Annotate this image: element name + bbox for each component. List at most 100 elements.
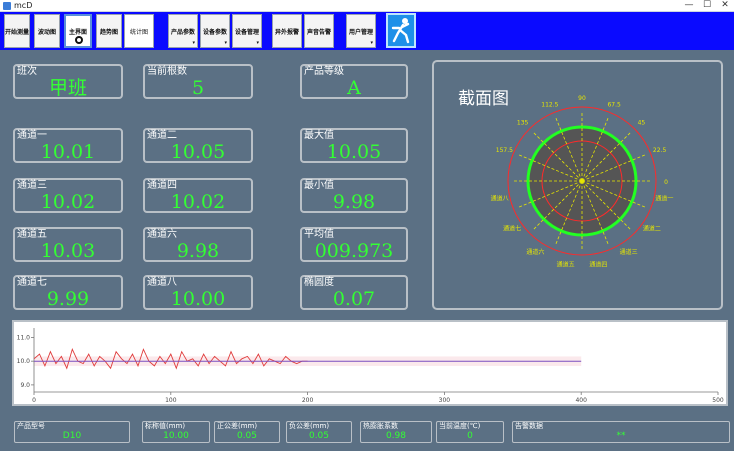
start-measure-button[interactable]: 开始测量 — [4, 14, 30, 48]
wave-chart-button[interactable]: 波动图 — [34, 14, 60, 48]
average-box: 平均值 009.973 — [300, 227, 408, 262]
current-count-value: 5 — [191, 77, 205, 99]
angle-label: 135 — [517, 120, 529, 127]
channel-label: 通道七 — [503, 225, 521, 233]
statistics-chart-button[interactable]: 统计图 — [124, 14, 154, 48]
window-title: mcD — [14, 1, 33, 10]
maximize-button[interactable]: ☐ — [698, 0, 716, 12]
cross-section-diagram: 90 112.5 135 157.5 67.5 45 22.5 0 通道一通道二通道三通道四 通道… — [491, 95, 674, 268]
current-temperature-value: 0 — [467, 431, 473, 441]
channel-2-value: 10.05 — [170, 141, 226, 163]
nominal-value: 10.00 — [163, 431, 189, 441]
positive-tolerance-box: 正公差(mm) 0.05 — [214, 421, 280, 443]
grade-box: 产品等级 A — [300, 64, 408, 99]
min-value: 9.98 — [332, 191, 376, 213]
y-tick-label: 10.0 — [17, 358, 31, 365]
thermal-expansion-value: 0.98 — [385, 431, 407, 441]
close-button[interactable]: ✕ — [716, 0, 734, 12]
channel-1-value: 10.01 — [40, 141, 96, 163]
shift-value: 甲班 — [48, 77, 87, 99]
channel-label: 通道一 — [655, 194, 673, 202]
current-temperature-box: 当前温度(℃) 0 — [436, 421, 504, 443]
channel-8-value: 10.00 — [170, 288, 226, 310]
alarm-data-label: 告警数据 — [515, 422, 543, 430]
y-tick-label: 11.0 — [17, 334, 31, 341]
abnormal-alarm-button[interactable]: 异外报警 — [272, 14, 302, 48]
angle-label: 67.5 — [607, 101, 621, 108]
sound-alarm-button[interactable]: 声音告警 — [304, 14, 334, 48]
x-tick-label: 100 — [165, 397, 177, 404]
channel-3-box: 通道三 10.02 — [13, 178, 123, 213]
channel-4-box: 通道四 10.02 — [143, 178, 253, 213]
channel-5-box: 通道五 10.03 — [13, 227, 123, 262]
channel-2-box: 通道二 10.05 — [143, 128, 253, 163]
angle-label: 22.5 — [653, 147, 667, 154]
x-tick-label: 300 — [439, 397, 451, 404]
average-value: 009.973 — [314, 240, 394, 262]
channel-label: 通道八 — [491, 194, 509, 202]
max-box: 最大值 10.05 — [300, 128, 408, 163]
x-tick-label: 400 — [575, 397, 587, 404]
nominal-box: 标称值(mm) 10.00 — [142, 421, 210, 443]
y-tick-label: 9.0 — [20, 382, 30, 389]
dropdown-arrow-icon: ▾ — [192, 40, 195, 46]
current-temperature-label: 当前温度(℃) — [439, 422, 481, 430]
thermal-expansion-label: 热膨胀系数 — [363, 422, 398, 430]
trend-chart-svg: 0 100 200 300 400 500 11.0 10.0 9.0 — [17, 328, 724, 404]
main-screen-icon — [75, 36, 83, 44]
channel-label: 通道二 — [643, 225, 661, 233]
alarm-data-value: ** — [616, 431, 626, 441]
negative-tolerance-label: 负公差(mm) — [289, 422, 330, 430]
trend-chart: 0 100 200 300 400 500 11.0 10.0 9.0 — [12, 320, 728, 406]
negative-tolerance-value: 0.05 — [308, 431, 330, 441]
channel-label: 通道五 — [557, 260, 575, 268]
center-point — [580, 179, 584, 183]
minimize-button[interactable]: — — [680, 0, 698, 12]
running-person-icon — [391, 18, 410, 44]
dropdown-arrow-icon: ▾ — [256, 40, 259, 46]
user-management-menu[interactable]: 用户管理 ▾ — [346, 14, 376, 48]
max-value: 10.05 — [326, 141, 382, 163]
product-model-box: 产品型号 D10 — [14, 421, 130, 443]
ovality-box: 椭圆度 0.07 — [300, 275, 408, 310]
min-box: 最小值 9.98 — [300, 178, 408, 213]
trend-chart-button[interactable]: 趋势图 — [96, 14, 122, 48]
alarm-data-box: 告警数据 ** — [512, 421, 730, 443]
positive-tolerance-value: 0.05 — [236, 431, 258, 441]
channel-label: 通道六 — [526, 248, 544, 256]
channel-3-value: 10.02 — [40, 191, 96, 213]
x-tick-label: 0 — [32, 397, 36, 404]
negative-tolerance-box: 负公差(mm) 0.05 — [286, 421, 352, 443]
channel-8-box: 通道八 10.00 — [143, 275, 253, 310]
device-management-menu[interactable]: 设备管理 ▾ — [232, 14, 262, 48]
thermal-expansion-box: 热膨胀系数 0.98 — [360, 421, 432, 443]
positive-tolerance-label: 正公差(mm) — [217, 422, 258, 430]
channel-4-value: 10.02 — [170, 191, 226, 213]
grade-value: A — [347, 77, 361, 99]
toolbar: 开始测量 波动图 主界面 趋势图 统计图 产品参数 ▾ 设备参数 ▾ 设备管理 ▾ 异… — [0, 12, 734, 50]
channel-1-box: 通道一 10.01 — [13, 128, 123, 163]
main-screen-button[interactable]: 主界面 — [64, 14, 92, 48]
channel-6-box: 通道六 9.98 — [143, 227, 253, 262]
shift-box: 班次 甲班 — [13, 64, 123, 99]
product-params-menu[interactable]: 产品参数 ▾ — [168, 14, 198, 48]
angle-label: 112.5 — [541, 101, 558, 108]
dropdown-arrow-icon: ▾ — [370, 40, 373, 46]
current-count-box: 当前根数 5 — [143, 64, 253, 99]
product-model-label: 产品型号 — [17, 422, 45, 430]
channel-5-value: 10.03 — [40, 240, 96, 262]
channel-7-value: 9.99 — [46, 288, 90, 310]
x-tick-label: 200 — [302, 397, 314, 404]
exit-button[interactable] — [386, 13, 416, 48]
channel-6-value: 9.98 — [176, 240, 220, 262]
cross-section-panel: 截面图 90 112.5 135 157.5 67.5 45 22.5 0 通道一 通道二 通道三通… — [432, 60, 723, 310]
channel-7-box: 通道七 9.99 — [13, 275, 123, 310]
channel-label: 通道四 — [589, 260, 607, 268]
device-params-menu[interactable]: 设备参数 ▾ — [200, 14, 230, 48]
channel-label: 通道三 — [620, 248, 638, 256]
angle-label: 0 — [664, 179, 668, 186]
angle-label: 90 — [578, 95, 586, 102]
product-model-value: D10 — [62, 431, 82, 441]
dropdown-arrow-icon: ▾ — [224, 40, 227, 46]
x-tick-label: 500 — [712, 397, 724, 404]
